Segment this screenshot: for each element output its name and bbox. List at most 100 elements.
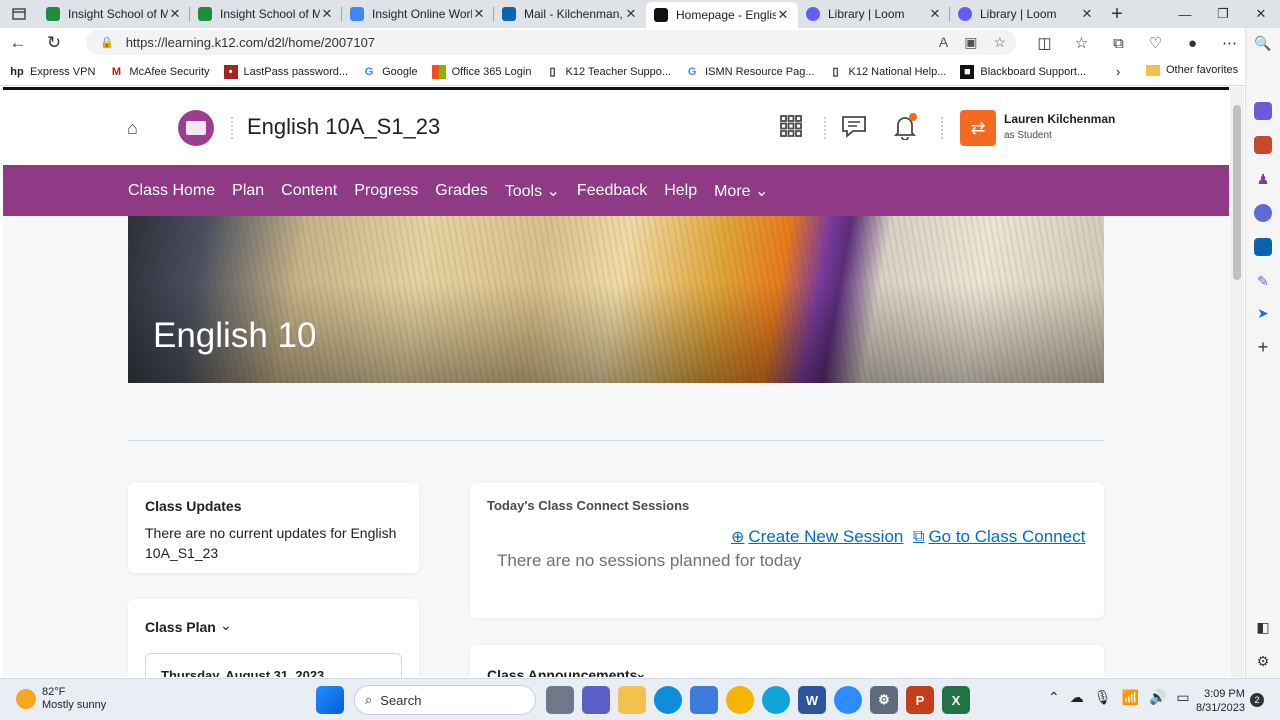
page-scrollbar[interactable]	[1230, 87, 1244, 677]
browser-tab[interactable]: Insight School of Minn ✕	[38, 0, 190, 28]
read-aloud-icon[interactable]: A	[939, 34, 948, 51]
chrome-icon[interactable]	[726, 686, 754, 714]
nav-class-home[interactable]: Class Home	[128, 182, 215, 200]
settings-icon[interactable]: ⚙	[870, 686, 898, 714]
close-icon[interactable]: ✕	[1080, 6, 1094, 22]
app-available-icon[interactable]: ▣	[964, 34, 977, 51]
nav-grades[interactable]: Grades	[435, 182, 487, 200]
close-icon[interactable]: ✕	[168, 6, 182, 22]
zoom-icon[interactable]	[834, 686, 862, 714]
volume-icon[interactable]: 🔊	[1149, 689, 1166, 706]
chevron-up-icon[interactable]: ⌃	[1048, 689, 1060, 706]
course-selector-grid-icon[interactable]	[779, 114, 803, 144]
minimize-icon[interactable]: —	[1166, 0, 1204, 28]
refresh-icon[interactable]: ↻	[36, 33, 72, 53]
favorite-star-icon[interactable]: ☆	[993, 34, 1006, 51]
shopping-icon[interactable]	[1254, 102, 1272, 120]
nav-content[interactable]: Content	[281, 182, 337, 200]
designer-icon[interactable]: ✎	[1254, 272, 1272, 290]
chevron-down-icon[interactable]: ⌄	[220, 617, 232, 634]
back-icon[interactable]: ←	[0, 33, 36, 53]
alexa-icon[interactable]	[762, 686, 790, 714]
weather-widget[interactable]: 82°F Mostly sunny	[16, 686, 106, 712]
user-name[interactable]: Lauren Kilchenman	[1004, 112, 1115, 126]
excel-icon[interactable]: X	[942, 686, 970, 714]
browser-tab[interactable]: Insight Online Worksh ✕	[342, 0, 494, 28]
tab-actions-icon[interactable]	[0, 0, 38, 28]
split-screen-icon[interactable]: ◫	[1026, 34, 1063, 52]
browser-tab[interactable]: Mail - Kilchenman, La ✕	[494, 0, 646, 28]
outlook-icon[interactable]	[1254, 238, 1272, 256]
nav-help[interactable]: Help	[664, 182, 697, 200]
games-icon[interactable]: ♟	[1254, 170, 1272, 188]
bookmark-item[interactable]: Office 365 Login	[431, 64, 531, 79]
home-icon[interactable]: ⌂	[127, 118, 138, 139]
bookmark-item[interactable]: ■ Blackboard Support...	[960, 64, 1086, 79]
browser-tab[interactable]: Library | Loom ✕	[798, 0, 950, 28]
store-icon[interactable]	[690, 686, 718, 714]
nav-more[interactable]: More ⌄	[714, 181, 768, 201]
add-icon[interactable]: +	[1254, 337, 1272, 357]
collections-icon[interactable]: ⧉	[1100, 35, 1137, 52]
tools-icon[interactable]	[1254, 136, 1272, 154]
task-view-icon[interactable]	[546, 686, 574, 714]
edge-icon[interactable]	[654, 686, 682, 714]
nav-plan[interactable]: Plan	[232, 182, 264, 200]
course-title[interactable]: English 10A_S1_23	[247, 114, 440, 140]
maximize-icon[interactable]: ❐	[1204, 0, 1242, 28]
bookmark-item[interactable]: • LastPass password...	[223, 64, 348, 79]
other-favorites[interactable]: Other favorites	[1146, 64, 1238, 76]
bookmark-item[interactable]: G Google	[362, 65, 418, 79]
close-window-icon[interactable]: ✕	[1242, 0, 1280, 28]
browser-tab-active[interactable]: Homepage - English 1 ✕	[646, 2, 798, 28]
word-icon[interactable]: W	[798, 686, 826, 714]
settings-more-icon[interactable]: ⋯	[1211, 34, 1248, 52]
drop-icon[interactable]: ➤	[1254, 304, 1272, 322]
profile-icon[interactable]: ●	[1174, 35, 1211, 52]
nav-progress[interactable]: Progress	[354, 182, 418, 200]
bookmark-item[interactable]: hp Express VPN	[10, 65, 95, 79]
course-logo-icon[interactable]	[178, 110, 214, 146]
nav-tools[interactable]: Tools ⌄	[505, 181, 560, 201]
wifi-icon[interactable]: 📶	[1122, 689, 1139, 706]
plan-date-item[interactable]: Thursday, August 31, 2023	[145, 653, 402, 677]
windows-start-icon[interactable]	[316, 686, 344, 714]
message-alerts-icon[interactable]	[841, 114, 867, 144]
nav-feedback[interactable]: Feedback	[577, 182, 647, 200]
chevron-down-icon[interactable]: ⌄	[635, 665, 647, 677]
sidebar-toggle-icon[interactable]: ◧	[1254, 618, 1272, 636]
search-icon[interactable]: 🔍	[1254, 34, 1272, 52]
create-session-link[interactable]: ⊕ Create New Session	[731, 527, 903, 547]
bookmark-item[interactable]: M McAfee Security	[109, 65, 210, 79]
scrollbar-thumb[interactable]	[1233, 105, 1241, 280]
chevron-right-icon[interactable]: ›	[1116, 64, 1120, 79]
url-field[interactable]: 🔒 https://learning.k12.com/d2l/home/2007…	[86, 30, 1016, 55]
close-icon[interactable]: ✕	[320, 6, 334, 22]
close-icon[interactable]: ✕	[928, 6, 942, 22]
notification-count-badge[interactable]: 2	[1250, 693, 1264, 707]
lock-icon[interactable]: 🔒	[100, 36, 114, 49]
browser-essentials-icon[interactable]: ♡	[1137, 34, 1174, 52]
browser-tab[interactable]: Library | Loom ✕	[950, 0, 1102, 28]
go-to-class-connect-link[interactable]: ⧉ Go to Class Connect	[913, 527, 1085, 547]
teams-icon[interactable]	[582, 686, 610, 714]
onedrive-icon[interactable]: ☁	[1070, 689, 1084, 706]
battery-icon[interactable]: ▭	[1176, 689, 1189, 706]
taskbar-clock[interactable]: 3:09 PM 8/31/2023	[1196, 687, 1245, 715]
close-icon[interactable]: ✕	[776, 7, 790, 23]
close-icon[interactable]: ✕	[472, 6, 486, 22]
gear-icon[interactable]: ⚙	[1254, 652, 1272, 670]
microsoft365-icon[interactable]	[1254, 204, 1272, 222]
close-icon[interactable]: ✕	[624, 6, 638, 22]
bookmark-item[interactable]: G ISMN Resource Pag...	[685, 65, 815, 79]
file-explorer-icon[interactable]	[618, 686, 646, 714]
favorites-icon[interactable]: ☆	[1063, 34, 1100, 52]
user-avatar[interactable]: ⇄	[960, 110, 996, 146]
new-tab-icon[interactable]: +	[1102, 3, 1132, 26]
taskbar-search[interactable]: ⌕ Search	[354, 685, 536, 715]
bookmark-item[interactable]: ▯ K12 National Help...	[829, 65, 947, 79]
browser-tab[interactable]: Insight School of Minn ✕	[190, 0, 342, 28]
microphone-icon[interactable]: 🎙	[1094, 689, 1112, 706]
bookmark-item[interactable]: ▯ K12 Teacher Suppo...	[545, 65, 671, 79]
powerpoint-icon[interactable]: P	[906, 686, 934, 714]
